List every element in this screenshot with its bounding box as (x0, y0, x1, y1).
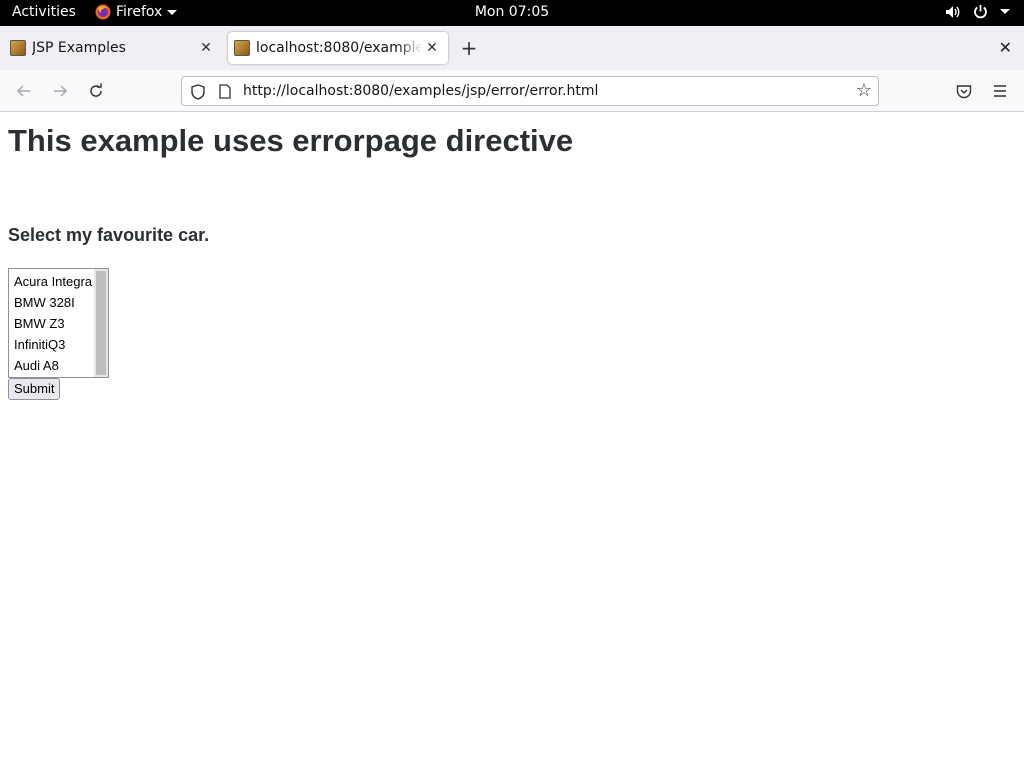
chevron-down-icon (167, 9, 178, 15)
forward-arrow-icon (54, 85, 68, 97)
new-tab-button[interactable]: + (458, 36, 480, 60)
pocket-icon (956, 84, 972, 98)
tab-error-page[interactable]: localhost:8080/examples/jsp/error/error.… (228, 32, 448, 64)
shield-icon[interactable] (191, 84, 205, 100)
page-content: This example uses errorpage directive Se… (0, 113, 1024, 768)
back-button[interactable] (12, 79, 36, 103)
pocket-button[interactable] (952, 79, 976, 103)
url-text[interactable]: http://localhost:8080/examples/jsp/error… (243, 83, 598, 99)
app-name: Firefox (116, 4, 163, 20)
activities-button[interactable]: Activities (12, 4, 76, 20)
system-menu[interactable] (945, 4, 1010, 19)
page-info-icon[interactable] (219, 84, 231, 99)
reload-icon (90, 83, 102, 97)
scrollbar-thumb[interactable] (96, 271, 106, 375)
bookmark-star-icon[interactable]: ☆ (856, 80, 872, 101)
tab-strip: JSP Examples ✕ localhost:8080/examples/j… (0, 26, 1024, 70)
tab-title: localhost:8080/examples/jsp/error/error.… (256, 40, 422, 56)
close-tab-icon[interactable]: ✕ (196, 40, 216, 56)
app-menu-button[interactable] (988, 79, 1012, 103)
chevron-down-icon (1000, 9, 1010, 14)
page-title: This example uses errorpage directive (8, 123, 574, 158)
car-option[interactable]: BMW Z3 (9, 313, 95, 334)
tab-jsp-examples[interactable]: JSP Examples ✕ (4, 32, 222, 64)
clock[interactable]: Mon 07:05 (475, 4, 549, 20)
back-arrow-icon (16, 85, 30, 97)
navigation-toolbar: http://localhost:8080/examples/jsp/error… (0, 70, 1024, 112)
tomcat-favicon-icon (234, 40, 250, 56)
submit-button[interactable]: Submit (8, 378, 61, 400)
page-subtitle: Select my favourite car. (8, 225, 210, 245)
car-option[interactable]: Audi A8 (9, 355, 95, 376)
close-tab-icon[interactable]: ✕ (422, 40, 442, 56)
app-menu[interactable]: Firefox (95, 4, 178, 20)
tab-title: JSP Examples (32, 40, 126, 56)
car-option[interactable]: InfinitiQ3 (9, 334, 95, 355)
car-select-list[interactable]: Acura Integra BMW 328I BMW Z3 InfinitiQ3… (8, 268, 109, 378)
firefox-logo-icon (95, 4, 111, 20)
url-bar[interactable]: http://localhost:8080/examples/jsp/error… (181, 76, 879, 106)
power-icon (974, 5, 987, 19)
car-option[interactable]: Acura Integra (9, 271, 95, 292)
forward-button[interactable] (48, 79, 72, 103)
tomcat-favicon-icon (10, 40, 26, 56)
reload-button[interactable] (84, 79, 108, 103)
list-scrollbar[interactable] (94, 269, 108, 377)
system-top-bar: Activities Firefox Mon 07:05 (0, 0, 1024, 26)
volume-icon (946, 5, 960, 18)
close-window-icon[interactable]: ✕ (999, 38, 1012, 57)
hamburger-menu-icon (994, 85, 1006, 97)
car-option[interactable]: BMW 328I (9, 292, 95, 313)
